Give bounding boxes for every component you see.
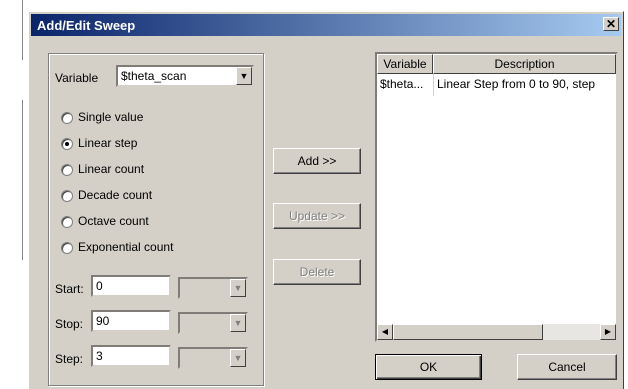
- close-button[interactable]: ✕: [603, 17, 619, 31]
- chevron-down-icon[interactable]: ▼: [230, 349, 246, 367]
- cancel-button[interactable]: Cancel: [517, 354, 617, 380]
- radio-circle[interactable]: [61, 138, 73, 150]
- radio-circle[interactable]: [61, 164, 73, 176]
- start-value: 0: [96, 279, 103, 293]
- scroll-left-icon[interactable]: ◀: [377, 324, 393, 340]
- radio-label: Octave count: [78, 214, 149, 228]
- add-button[interactable]: Add >>: [273, 148, 361, 174]
- variable-label: Variable: [55, 71, 99, 85]
- chevron-down-icon[interactable]: ▼: [230, 279, 246, 297]
- stop-value: 90: [96, 314, 110, 328]
- background-divider: [22, 100, 23, 260]
- cell-variable[interactable]: $theta...: [380, 76, 432, 94]
- scrollbar-thumb[interactable]: [393, 324, 543, 340]
- start-input[interactable]: 0: [91, 275, 171, 297]
- start-unit-dropdown[interactable]: ▼: [178, 277, 248, 299]
- scroll-right-icon[interactable]: ▶: [600, 324, 616, 340]
- radio-circle[interactable]: [61, 242, 73, 254]
- radio-label: Decade count: [78, 188, 153, 202]
- close-icon: ✕: [605, 17, 617, 31]
- step-label: Step:: [55, 352, 84, 366]
- stop-input[interactable]: 90: [91, 310, 171, 332]
- radio-selected-dot: [65, 142, 69, 146]
- ok-button[interactable]: OK: [375, 354, 482, 380]
- radio-circle[interactable]: [61, 216, 73, 228]
- step-value: 3: [96, 349, 103, 363]
- chevron-down-icon[interactable]: ▼: [236, 67, 252, 85]
- column-header-variable[interactable]: Variable: [377, 54, 433, 74]
- radio-label: Exponential count: [78, 240, 174, 254]
- variable-value: $theta_scan: [121, 69, 187, 83]
- stop-unit-dropdown[interactable]: ▼: [178, 312, 248, 334]
- radio-label: Single value: [78, 110, 144, 124]
- title-bar: Add/Edit Sweep ✕: [31, 14, 621, 36]
- add-edit-sweep-dialog: Add/Edit Sweep ✕ Variable $theta_scan ▼ …: [28, 11, 624, 389]
- column-header-description[interactable]: Description: [433, 54, 616, 74]
- chevron-down-icon[interactable]: ▼: [230, 314, 246, 332]
- radio-circle[interactable]: [61, 112, 73, 124]
- horizontal-scrollbar[interactable]: ◀ ▶: [377, 324, 616, 340]
- radio-label: Linear step: [78, 136, 138, 150]
- variable-dropdown[interactable]: $theta_scan ▼: [116, 65, 254, 87]
- column-separator: [433, 74, 434, 96]
- radio-circle[interactable]: [61, 190, 73, 202]
- background-divider: [22, 0, 23, 60]
- update-button[interactable]: Update >>: [273, 203, 361, 229]
- step-input[interactable]: 3: [91, 345, 171, 367]
- radio-label: Linear count: [78, 162, 145, 176]
- delete-button[interactable]: Delete: [273, 259, 361, 285]
- stop-label: Stop:: [55, 317, 84, 331]
- background-window: [0, 0, 24, 389]
- sweep-list[interactable]: Variable Description $theta... Linear St…: [375, 52, 618, 342]
- step-unit-dropdown[interactable]: ▼: [178, 347, 248, 369]
- dialog-title: Add/Edit Sweep: [37, 18, 136, 33]
- start-label: Start:: [55, 282, 84, 296]
- cell-description[interactable]: Linear Step from 0 to 90, step: [437, 76, 616, 94]
